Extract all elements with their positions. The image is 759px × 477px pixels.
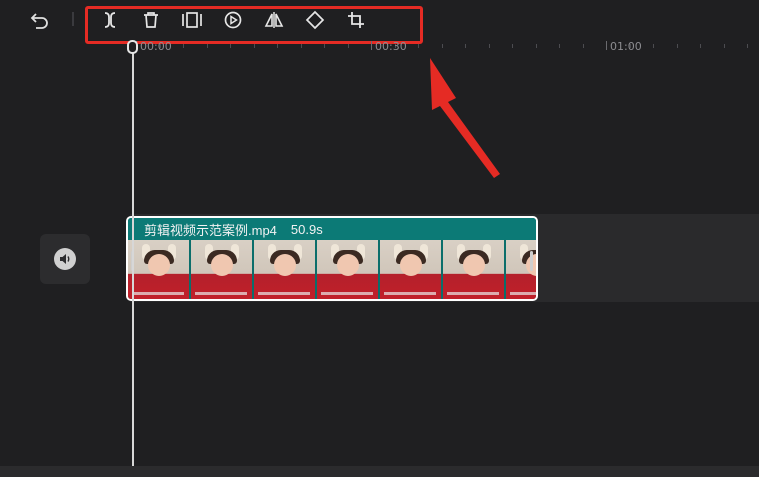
- play-speed-icon[interactable]: [221, 8, 245, 32]
- clip-thumbnails: [128, 240, 536, 299]
- ruler-tick: [700, 44, 701, 48]
- crop-icon[interactable]: [344, 8, 368, 32]
- ruler-tick: [677, 44, 678, 48]
- ruler-tick: [418, 44, 419, 48]
- ruler-label: 00:30: [375, 40, 407, 53]
- clip-trim-handle-right[interactable]: [530, 251, 533, 271]
- timeline-ruler[interactable]: 00:00 00:30 01:00: [0, 38, 759, 58]
- mirror-icon[interactable]: [262, 8, 286, 32]
- ruler-tick: [442, 44, 443, 48]
- annotation-arrow-icon: [430, 58, 500, 178]
- toolbar-divider: [72, 12, 74, 26]
- ruler-label: 00:00: [140, 40, 172, 53]
- thumbnail-frame: [317, 240, 378, 299]
- speaker-icon: [54, 248, 76, 270]
- edit-toolbar: [0, 0, 759, 38]
- thumbnail-frame: [191, 240, 252, 299]
- clip-header: 剪辑视频示范案例.mp4 50.9s: [128, 218, 536, 240]
- ruler-tick: [207, 44, 208, 48]
- ruler-tick: [324, 44, 325, 48]
- rotate-icon[interactable]: [303, 8, 327, 32]
- ruler-tick: [747, 44, 748, 48]
- ruler-tick: [301, 44, 302, 48]
- ruler-tick: [489, 44, 490, 48]
- playhead-handle[interactable]: [127, 40, 138, 54]
- ruler-tick: [277, 44, 278, 48]
- ruler-tick: [724, 44, 725, 48]
- split-icon[interactable]: [98, 8, 122, 32]
- ruler-tick: [230, 44, 231, 48]
- track-mute-button[interactable]: [40, 234, 90, 284]
- clip-tools: [98, 8, 368, 32]
- freeze-frame-icon[interactable]: [180, 8, 204, 32]
- clip-filename: 剪辑视频示范案例.mp4: [144, 222, 277, 238]
- undo-icon[interactable]: [28, 8, 52, 32]
- thumbnail-frame: [443, 240, 504, 299]
- ruler-tick: [512, 44, 513, 48]
- ruler-tick: [583, 44, 584, 48]
- thumbnail-frame: [254, 240, 315, 299]
- ruler-tick: [606, 41, 607, 50]
- ruler-tick: [348, 44, 349, 48]
- playhead-line[interactable]: [132, 48, 134, 466]
- ruler-tick: [536, 44, 537, 48]
- ruler-tick: [653, 44, 654, 48]
- ruler-label: 01:00: [610, 40, 642, 53]
- thumbnail-frame: [380, 240, 441, 299]
- trash-icon[interactable]: [139, 8, 163, 32]
- ruler-tick: [371, 41, 372, 50]
- clip-duration: 50.9s: [290, 221, 323, 237]
- timeline-scrollbar[interactable]: [0, 466, 759, 477]
- thumbnail-frame: [506, 240, 536, 299]
- thumbnail-frame: [128, 240, 189, 299]
- video-clip[interactable]: 剪辑视频示范案例.mp4 50.9s: [126, 216, 538, 301]
- ruler-tick: [559, 44, 560, 48]
- ruler-tick: [465, 44, 466, 48]
- ruler-tick: [183, 44, 184, 48]
- ruler-tick: [254, 44, 255, 48]
